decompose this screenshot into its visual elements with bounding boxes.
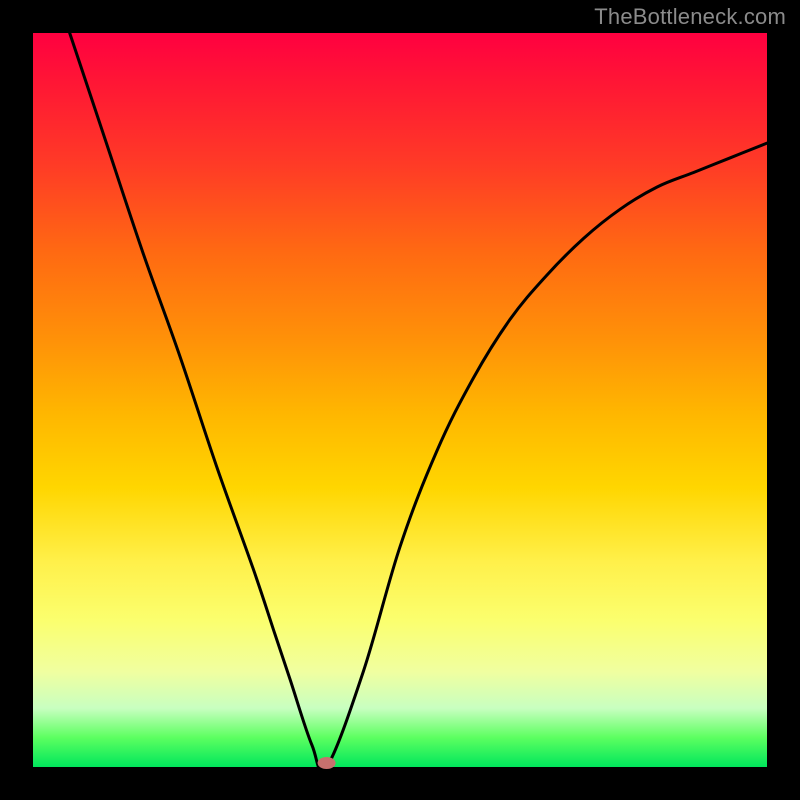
plot-area [33,33,767,767]
bottleneck-curve [70,33,767,771]
minimum-marker [318,757,336,769]
curve-layer [33,33,767,767]
watermark-text: TheBottleneck.com [594,4,786,30]
chart-frame: TheBottleneck.com [0,0,800,800]
